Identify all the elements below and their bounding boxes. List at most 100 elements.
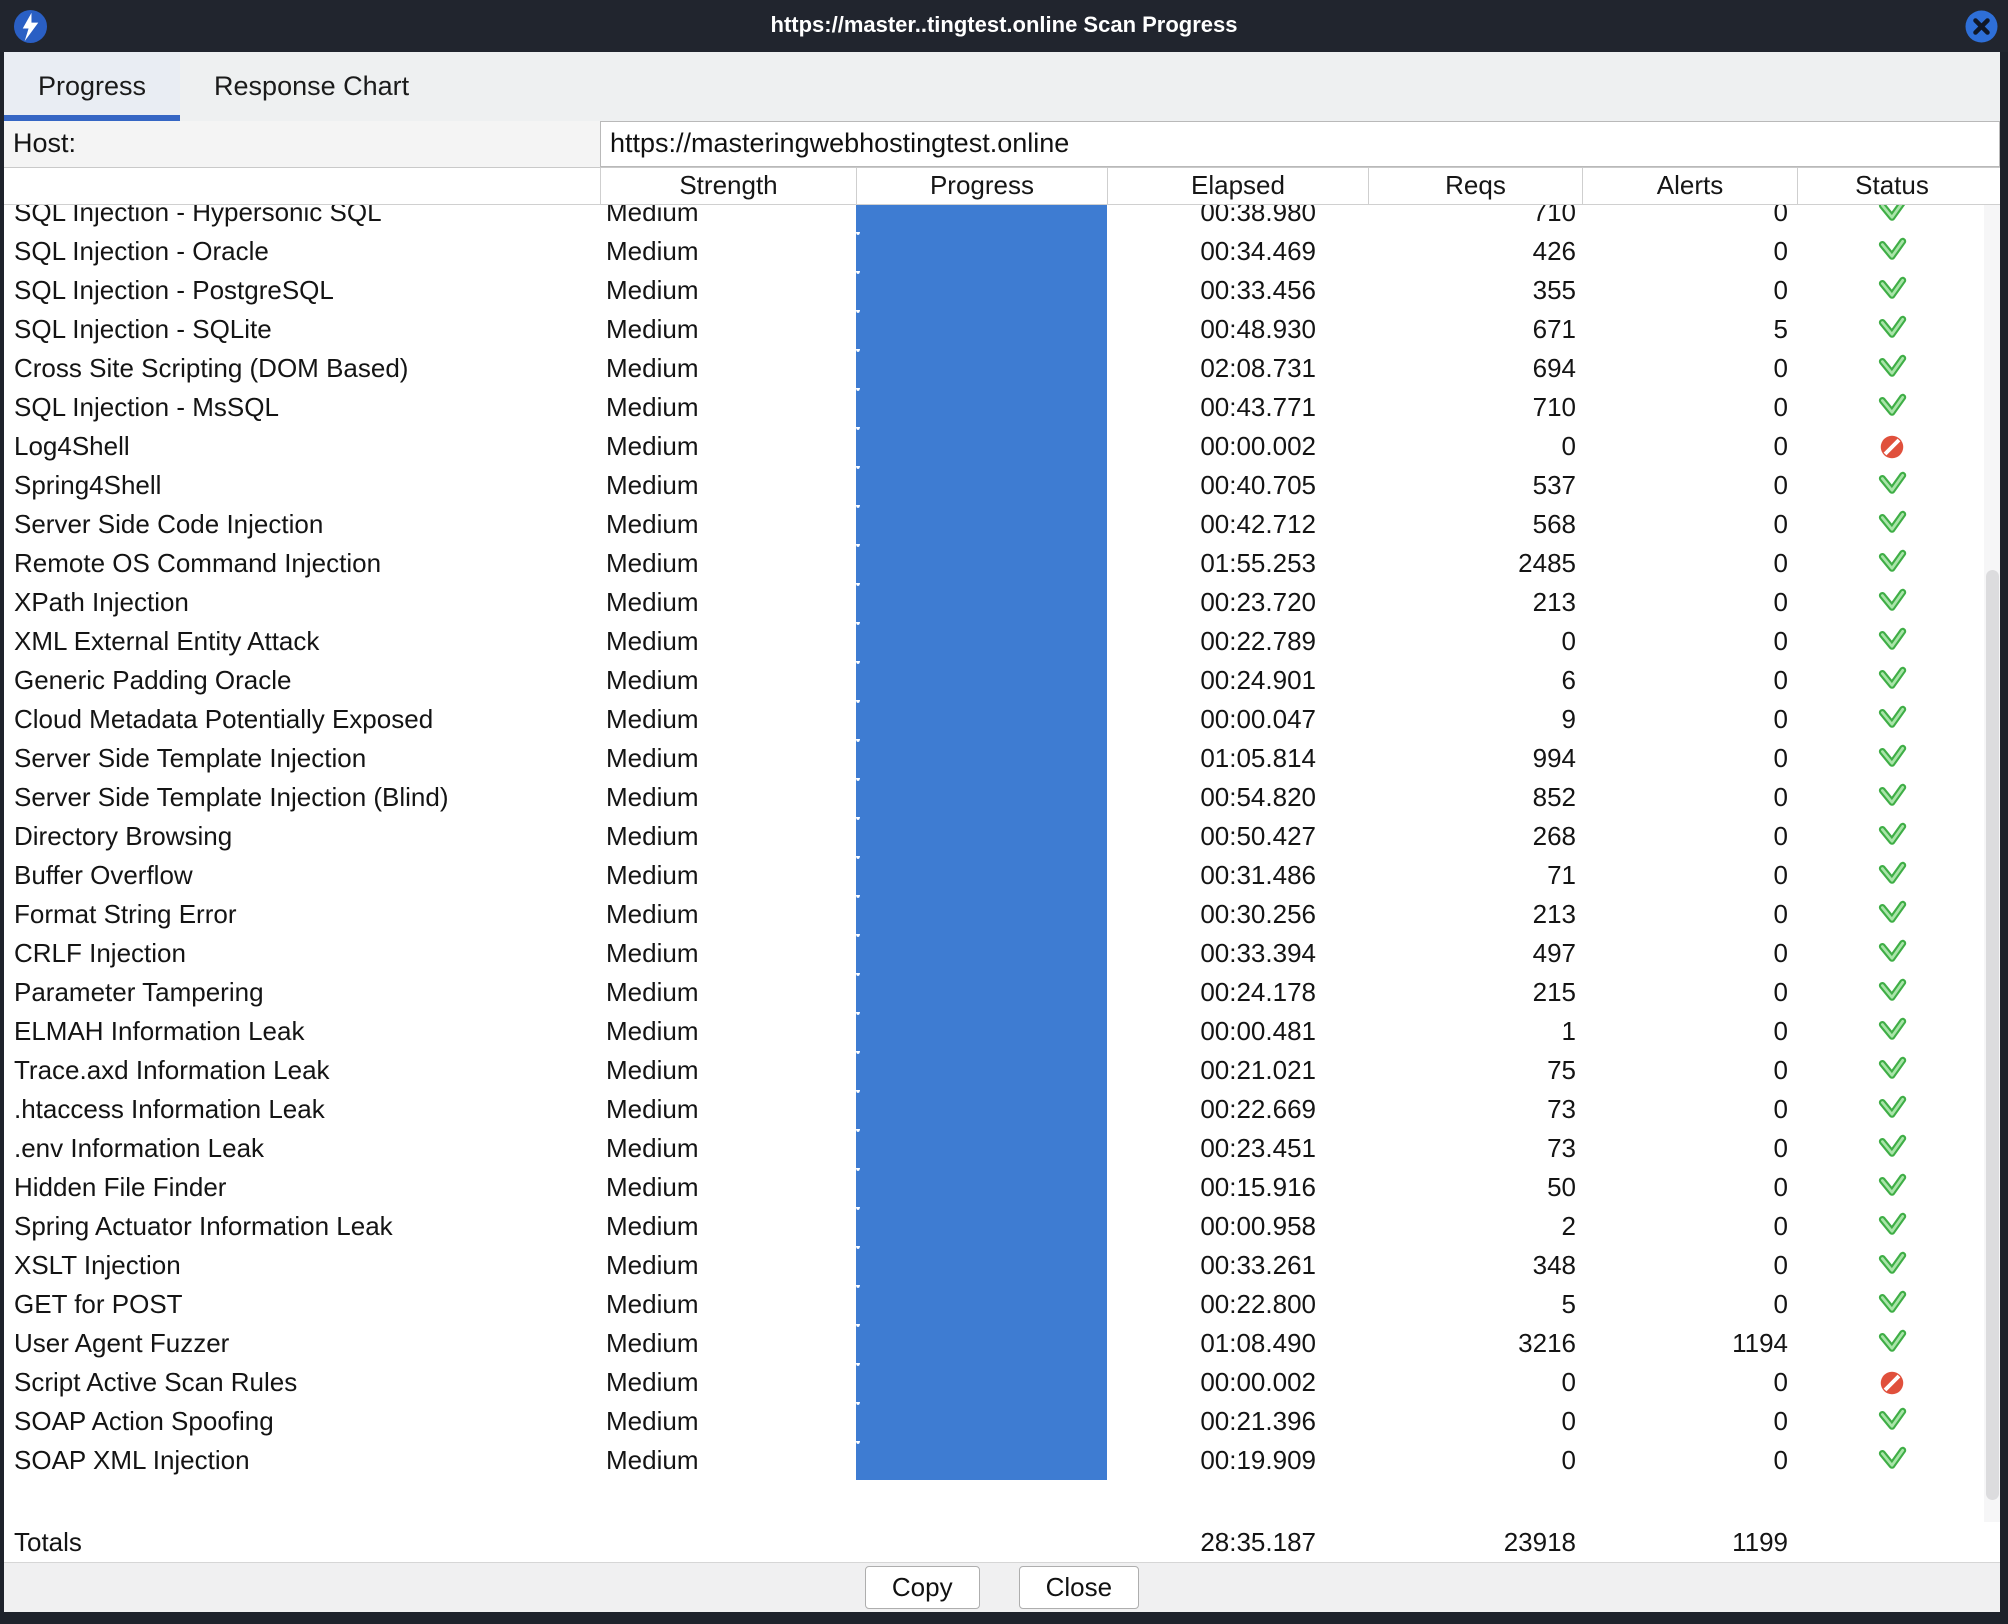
table-row[interactable]: Spring4ShellMedium00:40.7055370 [4, 466, 1984, 505]
progress-bar [856, 388, 1107, 427]
reqs-value: 1 [1368, 1012, 1582, 1051]
table-row[interactable]: Script Active Scan RulesMedium00:00.0020… [4, 1363, 1984, 1402]
close-button[interactable]: Close [1019, 1566, 1139, 1609]
progress-cell [856, 544, 1107, 583]
table-row[interactable]: Format String ErrorMedium00:30.2562130 [4, 895, 1984, 934]
strength-value: Medium [600, 700, 856, 739]
alerts-value: 0 [1582, 1168, 1797, 1207]
progress-bar [856, 544, 1107, 583]
table-row[interactable]: Server Side Template Injection (Blind)Me… [4, 778, 1984, 817]
scan-rule-name: SOAP XML Injection [4, 1441, 600, 1480]
table-row[interactable]: SOAP Action SpoofingMedium00:21.39600 [4, 1402, 1984, 1441]
progress-cell [856, 232, 1107, 271]
progress-cell [856, 661, 1107, 700]
table-row[interactable]: SQL Injection - Hypersonic SQLMedium00:3… [4, 205, 1984, 232]
strength-value: Medium [600, 271, 856, 310]
totals-alerts: 1199 [1582, 1522, 1797, 1562]
strength-value: Medium [600, 1246, 856, 1285]
elapsed-value: 00:50.427 [1107, 817, 1368, 856]
table-row[interactable]: Remote OS Command InjectionMedium01:55.2… [4, 544, 1984, 583]
alerts-value: 1194 [1582, 1324, 1797, 1363]
progress-bar [856, 622, 1107, 661]
elapsed-value: 01:08.490 [1107, 1324, 1368, 1363]
reqs-value: 497 [1368, 934, 1582, 973]
tab-progress[interactable]: Progress [4, 52, 180, 121]
progress-bar [856, 1090, 1107, 1129]
table-row[interactable]: Log4ShellMedium00:00.00200 [4, 427, 1984, 466]
green-check-icon [1797, 349, 1984, 388]
scan-rule-name: CRLF Injection [4, 934, 600, 973]
alerts-value: 0 [1582, 661, 1797, 700]
scan-rule-name: XSLT Injection [4, 1246, 600, 1285]
copy-button[interactable]: Copy [865, 1566, 980, 1609]
table-row[interactable]: Directory BrowsingMedium00:50.4272680 [4, 817, 1984, 856]
table-row[interactable]: SQL Injection - SQLiteMedium00:48.930671… [4, 310, 1984, 349]
elapsed-value: 00:00.002 [1107, 427, 1368, 466]
column-header-progress: Progress [856, 168, 1107, 204]
progress-cell [856, 271, 1107, 310]
table-row[interactable]: XSLT InjectionMedium00:33.2613480 [4, 1246, 1984, 1285]
table-row[interactable]: Cloud Metadata Potentially ExposedMedium… [4, 700, 1984, 739]
table-row[interactable]: XML External Entity AttackMedium00:22.78… [4, 622, 1984, 661]
table-row[interactable]: SQL Injection - MsSQLMedium00:43.7717100 [4, 388, 1984, 427]
scan-rule-name: SQL Injection - Oracle [4, 232, 600, 271]
alerts-value: 0 [1582, 1012, 1797, 1051]
table-row[interactable]: Trace.axd Information LeakMedium00:21.02… [4, 1051, 1984, 1090]
table-row[interactable]: .htaccess Information LeakMedium00:22.66… [4, 1090, 1984, 1129]
table-row[interactable]: Buffer OverflowMedium00:31.486710 [4, 856, 1984, 895]
table-header: StrengthProgressElapsedReqsAlertsStatus [4, 168, 2000, 205]
elapsed-value: 00:22.669 [1107, 1090, 1368, 1129]
green-check-icon [1797, 205, 1984, 232]
scan-rule-name: Buffer Overflow [4, 856, 600, 895]
green-check-icon [1797, 466, 1984, 505]
table-row[interactable]: Hidden File FinderMedium00:15.916500 [4, 1168, 1984, 1207]
progress-bar [856, 349, 1107, 388]
progress-cell [856, 427, 1107, 466]
table-row[interactable]: SQL Injection - OracleMedium00:34.469426… [4, 232, 1984, 271]
totals-elapsed: 28:35.187 [1107, 1522, 1368, 1562]
reqs-value: 0 [1368, 1402, 1582, 1441]
progress-cell [856, 310, 1107, 349]
progress-bar [856, 1246, 1107, 1285]
scrollbar-thumb[interactable] [1986, 570, 1999, 1500]
red-skip-icon [1797, 1363, 1984, 1402]
table-row[interactable]: Cross Site Scripting (DOM Based)Medium02… [4, 349, 1984, 388]
table-row[interactable]: CRLF InjectionMedium00:33.3944970 [4, 934, 1984, 973]
tab-response-chart[interactable]: Response Chart [180, 52, 443, 121]
green-check-icon [1797, 778, 1984, 817]
table-row[interactable]: SOAP XML InjectionMedium00:19.90900 [4, 1441, 1984, 1480]
green-check-icon [1797, 1246, 1984, 1285]
elapsed-value: 00:21.021 [1107, 1051, 1368, 1090]
table-row[interactable]: User Agent FuzzerMedium01:08.49032161194 [4, 1324, 1984, 1363]
table-row[interactable]: SQL Injection - PostgreSQLMedium00:33.45… [4, 271, 1984, 310]
host-input[interactable]: https://masteringwebhostingtest.online [600, 121, 2000, 167]
progress-cell [856, 1090, 1107, 1129]
strength-value: Medium [600, 205, 856, 232]
strength-value: Medium [600, 388, 856, 427]
elapsed-value: 00:19.909 [1107, 1441, 1368, 1480]
close-icon[interactable] [1965, 10, 1998, 43]
table-row[interactable]: Parameter TamperingMedium00:24.1782150 [4, 973, 1984, 1012]
table-row[interactable]: ELMAH Information LeakMedium00:00.48110 [4, 1012, 1984, 1051]
column-header-strength: Strength [600, 168, 856, 204]
green-check-icon [1797, 973, 1984, 1012]
green-check-icon [1797, 271, 1984, 310]
green-check-icon [1797, 1285, 1984, 1324]
elapsed-value: 00:00.047 [1107, 700, 1368, 739]
progress-bar [856, 778, 1107, 817]
alerts-value: 0 [1582, 1051, 1797, 1090]
reqs-value: 0 [1368, 622, 1582, 661]
table-row[interactable]: GET for POSTMedium00:22.80050 [4, 1285, 1984, 1324]
table-row[interactable]: .env Information LeakMedium00:23.451730 [4, 1129, 1984, 1168]
table-row[interactable]: Generic Padding OracleMedium00:24.90160 [4, 661, 1984, 700]
elapsed-value: 00:42.712 [1107, 505, 1368, 544]
table-row[interactable]: Server Side Template InjectionMedium01:0… [4, 739, 1984, 778]
table-row[interactable]: XPath InjectionMedium00:23.7202130 [4, 583, 1984, 622]
alerts-value: 0 [1582, 271, 1797, 310]
table-row[interactable]: Spring Actuator Information LeakMedium00… [4, 1207, 1984, 1246]
green-check-icon [1797, 1129, 1984, 1168]
scan-rule-name: XML External Entity Attack [4, 622, 600, 661]
scan-rule-name: Server Side Template Injection [4, 739, 600, 778]
reqs-value: 5 [1368, 1285, 1582, 1324]
table-row[interactable]: Server Side Code InjectionMedium00:42.71… [4, 505, 1984, 544]
